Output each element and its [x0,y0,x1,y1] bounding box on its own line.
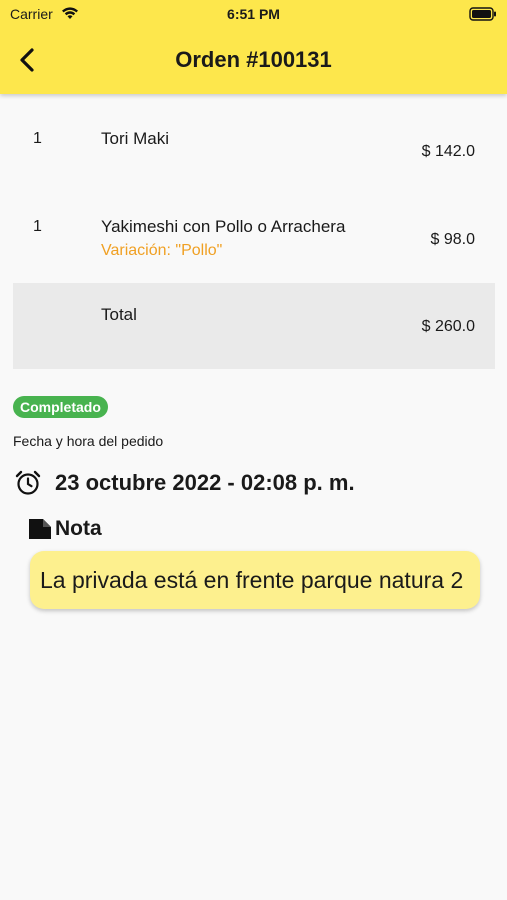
item-qty: 1 [33,130,42,147]
battery-icon [469,7,496,21]
order-item-row: 1 Tori Maki $ 142.0 [13,118,495,198]
note-icon [29,519,51,539]
note-label: Nota [55,517,102,540]
item-name: Yakimeshi con Pollo o Arrachera [101,217,346,236]
note-text: La privada está en frente parque natura … [30,551,480,609]
item-variation: Variación: "Pollo" [101,242,223,259]
app-header: Carrier 6:51 PM Orden #100131 [0,0,507,94]
item-name: Tori Maki [101,129,170,148]
order-total-row: Total $ 260.0 [13,283,495,369]
status-badge: Completado [13,396,108,418]
order-item-row: 1 Yakimeshi con Pollo o Arrachera Variac… [13,206,495,282]
status-bar: Carrier 6:51 PM [0,0,507,28]
total-value: $ 260.0 [421,318,475,335]
status-time: 6:51 PM [227,6,280,22]
date-label: Fecha y hora del pedido [13,433,164,449]
item-qty: 1 [33,218,42,235]
alarm-clock-icon [15,470,41,495]
item-price: $ 98.0 [430,231,475,248]
order-datetime: 23 octubre 2022 - 02:08 p. m. [55,470,355,495]
item-price: $ 142.0 [421,143,475,160]
total-label: Total [101,305,137,324]
page-title: Orden #100131 [175,47,332,72]
